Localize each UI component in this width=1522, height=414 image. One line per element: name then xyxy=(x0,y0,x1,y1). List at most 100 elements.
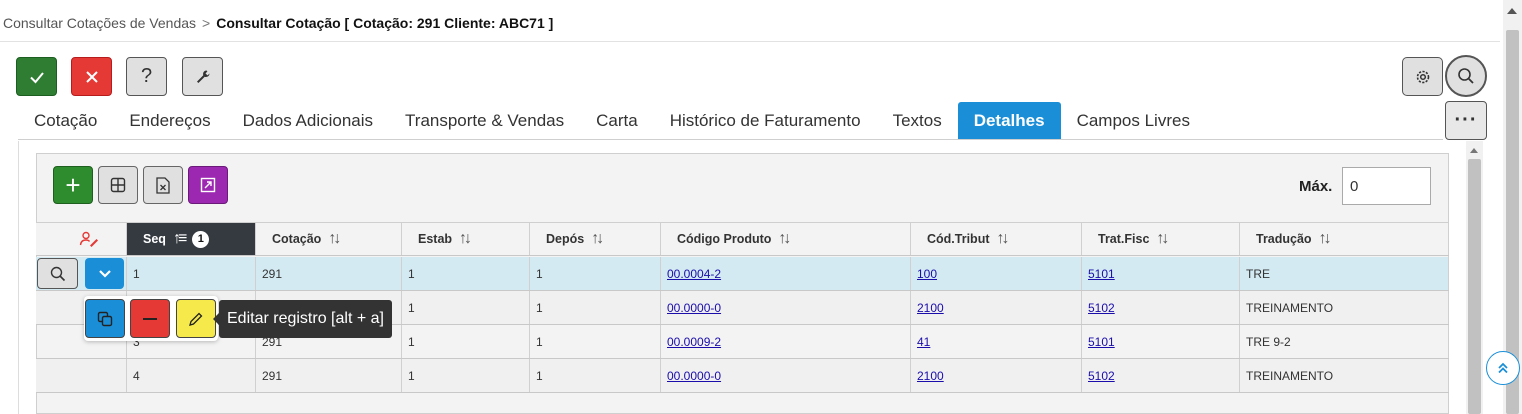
cell-estab: 1 xyxy=(402,291,530,324)
tribut-code-link[interactable]: 2100 xyxy=(917,301,944,315)
trat-fisc-link[interactable]: 5102 xyxy=(1088,369,1115,383)
tab-textos[interactable]: Textos xyxy=(877,102,958,140)
more-options-button[interactable]: ··· xyxy=(1445,101,1487,140)
wrench-icon xyxy=(196,70,209,83)
column-trat-label: Trat.Fisc xyxy=(1098,232,1150,246)
export-excel-button[interactable] xyxy=(143,166,183,204)
table-row[interactable]: 1 291 1 1 00.0004-2 100 5101 TRE xyxy=(36,257,1449,291)
cell-depos: 1 xyxy=(530,257,661,290)
edit-row-button[interactable] xyxy=(176,299,216,338)
tribut-code-link[interactable]: 41 xyxy=(917,335,930,349)
cell-cod-tribut: 2100 xyxy=(911,291,1082,324)
column-header-traducao[interactable]: Tradução ↑↓ xyxy=(1240,223,1449,255)
column-header-cod-tribut[interactable]: Cód.Tribut ↑↓ xyxy=(911,223,1082,255)
grid-layout-button[interactable] xyxy=(98,166,138,204)
help-button[interactable]: ? xyxy=(126,57,167,96)
cell-codigo-produto: 00.0000-0 xyxy=(661,291,911,324)
tab-enderecos[interactable]: Endereços xyxy=(113,102,226,140)
column-seq-label: Seq xyxy=(143,232,166,246)
column-depos-label: Depós xyxy=(546,232,585,246)
tab-carta[interactable]: Carta xyxy=(580,102,654,140)
tribut-code-link[interactable]: 100 xyxy=(917,267,937,281)
column-trib-label: Cód.Tribut xyxy=(927,232,990,246)
scroll-to-top-button[interactable] xyxy=(1486,351,1520,385)
row-view-button[interactable] xyxy=(37,258,78,289)
duplicate-row-button[interactable] xyxy=(85,299,125,338)
tab-detalhes[interactable]: Detalhes xyxy=(957,102,1061,140)
tab-cotacao[interactable]: Cotação xyxy=(18,102,113,140)
column-cotacao-label: Cotação xyxy=(272,232,322,246)
product-code-link[interactable]: 00.0000-0 xyxy=(667,301,721,315)
cell-traducao: TRE 9-2 xyxy=(1240,325,1449,358)
scroll-up-arrow-icon[interactable] xyxy=(1470,148,1478,153)
tribut-code-link[interactable]: 2100 xyxy=(917,369,944,383)
sort-icon[interactable]: ↑↓ xyxy=(778,230,791,248)
row-menu-toggle[interactable] xyxy=(85,258,124,289)
tab-campos-livres[interactable]: Campos Livres xyxy=(1061,102,1206,140)
cell-traducao: TREINAMENTO xyxy=(1240,291,1449,324)
delete-row-button[interactable] xyxy=(130,299,170,338)
product-code-link[interactable]: 00.0000-0 xyxy=(667,369,721,383)
expand-view-button[interactable] xyxy=(188,166,228,204)
sort-icon[interactable]: ↑↓ xyxy=(328,230,341,248)
sort-icon[interactable]: ↑↓ xyxy=(1156,230,1169,248)
product-code-link[interactable]: 00.0009-2 xyxy=(667,335,721,349)
breadcrumb-parent-link[interactable]: Consultar Cotações de Vendas xyxy=(3,15,196,31)
column-header-cotacao[interactable]: Cotação ↑↓ xyxy=(256,223,402,255)
column-header-codigo-produto[interactable]: Código Produto ↑↓ xyxy=(661,223,911,255)
cell-cotacao: 291 xyxy=(256,257,402,290)
sort-icon[interactable]: ↑↓ xyxy=(997,230,1010,248)
product-code-link[interactable]: 00.0004-2 xyxy=(667,267,721,281)
confirm-button[interactable] xyxy=(16,57,57,96)
column-header-trat-fisc[interactable]: Trat.Fisc ↑↓ xyxy=(1082,223,1240,255)
scrollbar-thumb[interactable] xyxy=(1468,159,1481,414)
row-actions-cell xyxy=(36,359,127,392)
trat-fisc-link[interactable]: 5101 xyxy=(1088,335,1115,349)
cell-codigo-produto: 00.0000-0 xyxy=(661,359,911,392)
pencil-icon xyxy=(189,312,203,326)
settings-button[interactable] xyxy=(1402,57,1443,96)
check-icon xyxy=(29,71,44,83)
tools-button[interactable] xyxy=(182,57,223,96)
column-header-actions xyxy=(36,223,127,255)
excel-file-icon xyxy=(156,176,170,194)
cell-depos: 1 xyxy=(530,325,661,358)
row-action-popup xyxy=(84,296,218,341)
breadcrumb: Consultar Cotações de Vendas > Consultar… xyxy=(3,15,553,31)
cell-cotacao: 291 xyxy=(256,359,402,392)
tab-bar: Cotação Endereços Dados Adicionais Trans… xyxy=(18,102,1206,140)
column-estab-label: Estab xyxy=(418,232,453,246)
cell-codigo-produto: 00.0009-2 xyxy=(661,325,911,358)
cell-traducao: TRE xyxy=(1240,257,1449,290)
tab-historico-faturamento[interactable]: Histórico de Faturamento xyxy=(654,102,877,140)
add-row-button[interactable]: + xyxy=(53,166,93,204)
trat-fisc-link[interactable]: 5102 xyxy=(1088,301,1115,315)
content-scrollbar[interactable] xyxy=(1466,141,1483,414)
tab-transporte-vendas[interactable]: Transporte & Vendas xyxy=(389,102,580,140)
cell-depos: 1 xyxy=(530,291,661,324)
column-header-estab[interactable]: Estab ↑↓ xyxy=(402,223,530,255)
trat-fisc-link[interactable]: 5101 xyxy=(1088,267,1115,281)
scroll-up-arrow-icon[interactable] xyxy=(1507,8,1517,14)
table-row[interactable]: 4 291 1 1 00.0000-0 2100 5102 TREINAMENT… xyxy=(36,359,1449,393)
max-input[interactable] xyxy=(1342,167,1431,205)
tabs-divider xyxy=(18,139,1443,140)
search-button[interactable] xyxy=(1445,55,1487,97)
gear-icon xyxy=(1416,70,1429,83)
tab-dados-adicionais[interactable]: Dados Adicionais xyxy=(227,102,389,140)
search-icon xyxy=(50,266,65,281)
column-header-seq[interactable]: Seq ↑≡ 1 xyxy=(127,223,256,255)
cell-trat-fisc: 5102 xyxy=(1082,291,1240,324)
column-header-depos[interactable]: Depós ↑↓ xyxy=(530,223,661,255)
page: Consultar Cotações de Vendas > Consultar… xyxy=(0,0,1522,414)
cell-estab: 1 xyxy=(402,359,530,392)
sort-ascending-icon[interactable]: ↑≡ xyxy=(173,230,187,248)
cell-cod-tribut: 2100 xyxy=(911,359,1082,392)
sort-icon[interactable]: ↑↓ xyxy=(459,230,472,248)
minus-icon xyxy=(143,317,157,320)
cancel-button[interactable] xyxy=(71,57,112,96)
cell-seq: 4 xyxy=(127,359,256,392)
edit-tooltip: Editar registro [alt + a] xyxy=(213,300,392,338)
sort-icon[interactable]: ↑↓ xyxy=(1319,230,1332,248)
sort-icon[interactable]: ↑↓ xyxy=(591,230,604,248)
